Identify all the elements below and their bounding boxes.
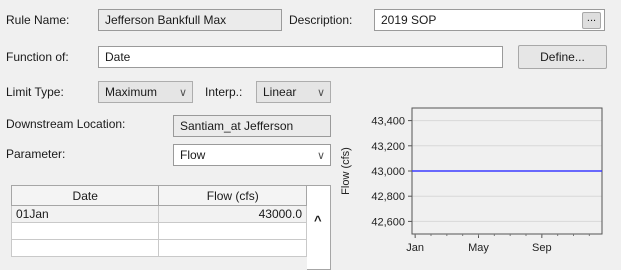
limit-table: Date Flow (cfs) 01Jan 43000.0 bbox=[10, 185, 307, 257]
table-cell-date[interactable]: 01Jan bbox=[10, 205, 160, 223]
table-scrollbar[interactable]: ^ bbox=[307, 185, 331, 270]
chart-y-tick-label: 42,600 bbox=[371, 216, 405, 228]
interp-dropdown[interactable]: Linear ∨ bbox=[256, 81, 331, 103]
chart-y-tick-label: 42,800 bbox=[371, 191, 405, 203]
table-cell-date[interactable] bbox=[10, 239, 160, 257]
chart-y-tick-label: 43,400 bbox=[371, 116, 405, 128]
description-field[interactable]: 2019 SOP bbox=[374, 9, 605, 31]
chevron-down-icon: ∨ bbox=[178, 87, 187, 99]
function-of-field[interactable]: Date bbox=[98, 46, 503, 68]
chart-x-tick-label: May bbox=[468, 242, 489, 254]
table-cell-flow[interactable]: 43000.0 bbox=[158, 205, 307, 223]
rule-name-field[interactable]: Jefferson Bankfull Max bbox=[98, 9, 282, 31]
chevron-down-icon: ∨ bbox=[316, 150, 325, 162]
chart-x-tick-label: Sep bbox=[532, 242, 552, 254]
scroll-up-icon[interactable]: ^ bbox=[314, 213, 322, 228]
column-header-flow[interactable]: Flow (cfs) bbox=[158, 185, 307, 206]
chevron-down-icon: ∨ bbox=[316, 87, 325, 99]
interp-label: Interp.: bbox=[205, 85, 243, 99]
description-browse-button[interactable]: ... bbox=[582, 12, 601, 29]
table-cell-flow[interactable] bbox=[158, 222, 307, 240]
interp-value: Linear bbox=[263, 85, 297, 99]
description-label: Description: bbox=[289, 13, 353, 27]
chart-x-tick-label: Jan bbox=[406, 242, 424, 254]
limit-type-dropdown[interactable]: Maximum ∨ bbox=[98, 81, 193, 103]
chart-y-ticks: 43,400 43,200 43,000 42,800 42,600 bbox=[371, 116, 412, 228]
parameter-label: Parameter: bbox=[6, 147, 66, 161]
table-row[interactable] bbox=[10, 222, 307, 240]
table-header-row: Date Flow (cfs) bbox=[10, 185, 307, 206]
function-of-label: Function of: bbox=[6, 50, 69, 64]
chart-y-tick-label: 43,000 bbox=[371, 166, 405, 178]
chart-y-axis-label: Flow (cfs) bbox=[340, 147, 352, 195]
chart-x-ticks: Jan May Sep bbox=[406, 234, 590, 254]
limit-chart: Flow (cfs) 43,400 43,200 43,000 42,800 42,60… bbox=[340, 107, 603, 254]
downstream-location-label: Downstream Location: bbox=[6, 117, 126, 131]
limit-type-value: Maximum bbox=[105, 85, 158, 99]
define-button[interactable]: Define... bbox=[518, 45, 607, 69]
table-row[interactable]: 01Jan 43000.0 bbox=[10, 205, 307, 223]
table-cell-date[interactable] bbox=[10, 222, 160, 240]
chart-y-tick-label: 43,200 bbox=[371, 141, 405, 153]
table-row[interactable] bbox=[10, 239, 307, 257]
rule-name-label: Rule Name: bbox=[6, 13, 70, 27]
table-cell-flow[interactable] bbox=[158, 239, 307, 257]
column-header-date[interactable]: Date bbox=[10, 185, 160, 206]
downstream-location-field[interactable]: Santiam_at Jefferson bbox=[173, 115, 331, 137]
limit-type-label: Limit Type: bbox=[6, 85, 64, 99]
parameter-value: Flow bbox=[180, 148, 206, 162]
parameter-dropdown[interactable]: Flow ∨ bbox=[173, 144, 331, 166]
